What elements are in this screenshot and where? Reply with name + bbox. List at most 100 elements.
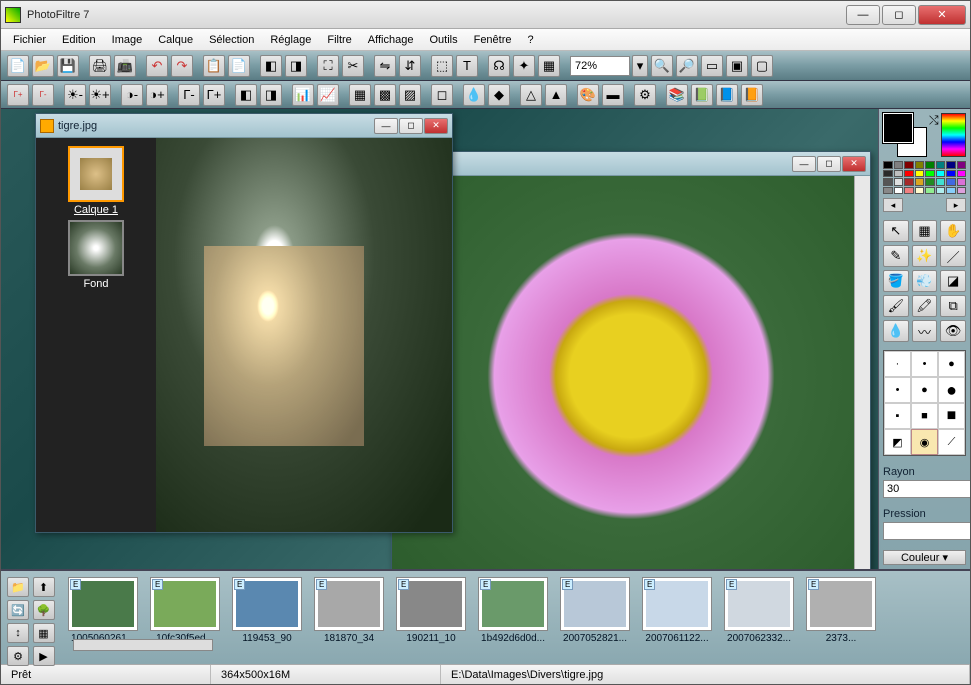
levels-button[interactable]: 📈	[317, 84, 339, 106]
palette-swatch[interactable]	[915, 161, 925, 169]
flipV-button[interactable]: ⇵	[399, 55, 421, 77]
fitimg-button[interactable]: ▣	[726, 55, 748, 77]
doc-minimize[interactable]: —	[792, 156, 816, 172]
couleur-button[interactable]: Couleur ▾	[883, 550, 966, 565]
rgb-button[interactable]: ◧	[260, 55, 282, 77]
save-button[interactable]: 💾	[57, 55, 79, 77]
document-window-front[interactable]: tigre.jpg — ◻ ✕ Calque 1	[35, 113, 453, 533]
zoomout-button[interactable]: 🔎	[676, 55, 698, 77]
browser-slider[interactable]	[73, 639, 213, 651]
picker-tool[interactable]: ✎	[883, 245, 909, 267]
module3-button[interactable]: 📗	[691, 84, 713, 106]
palette-swatch[interactable]	[946, 170, 956, 178]
sharpen-button[interactable]: ◆	[488, 84, 510, 106]
palette-swatch[interactable]	[957, 170, 967, 178]
palette-swatch[interactable]	[883, 161, 893, 169]
browser-play[interactable]: ▶	[33, 646, 55, 666]
dither-button[interactable]: ▨	[399, 84, 421, 106]
palette-swatch[interactable]	[915, 187, 925, 195]
redo-button[interactable]: ↷	[171, 55, 193, 77]
index-button[interactable]: ◨	[285, 55, 307, 77]
browser-refresh[interactable]: 🔄	[7, 600, 29, 620]
palette-swatch[interactable]	[894, 178, 904, 186]
thumbnail[interactable]: 190211_10	[393, 577, 469, 658]
text-button[interactable]: T	[456, 55, 478, 77]
pointer-tool[interactable]: ↖	[883, 220, 909, 242]
brush-11[interactable]: ◉	[911, 429, 938, 455]
eraser-tool[interactable]: ◪	[940, 270, 966, 292]
doc-close[interactable]: ✕	[842, 156, 866, 172]
contrast-minus[interactable]: ◑-	[121, 84, 143, 106]
autolevel-button[interactable]: Γ+	[7, 84, 29, 106]
palette-swatch[interactable]	[957, 187, 967, 195]
hand-tool[interactable]: ✋	[940, 220, 966, 242]
color-fgbg[interactable]	[883, 113, 927, 157]
palette-swatch[interactable]	[936, 161, 946, 169]
thumbnail[interactable]: 181870_34	[311, 577, 387, 658]
sepia-button[interactable]: ▩	[374, 84, 396, 106]
menu-image[interactable]: Image	[104, 32, 151, 48]
vscrollbar[interactable]	[854, 176, 870, 569]
doc-maximize[interactable]: ◻	[817, 156, 841, 172]
fitwin-button[interactable]: ▭	[701, 55, 723, 77]
minimize-button[interactable]: —	[846, 5, 880, 25]
menu-help[interactable]: ?	[520, 32, 542, 48]
selectall-button[interactable]: ⬚	[431, 55, 453, 77]
new-button[interactable]: 📄	[7, 55, 29, 77]
palette-swatch[interactable]	[957, 161, 967, 169]
fullscreen-button[interactable]: ▢	[751, 55, 773, 77]
brush-6[interactable]: ●	[938, 377, 965, 403]
brush-1[interactable]: ·	[884, 351, 911, 377]
brush-9[interactable]: ■	[938, 403, 965, 429]
histogram-button[interactable]: 📊	[292, 84, 314, 106]
brush-5[interactable]: ●	[911, 377, 938, 403]
fg-color[interactable]	[883, 113, 913, 143]
brush-10[interactable]: ◩	[884, 429, 911, 455]
palette-swatch[interactable]	[894, 161, 904, 169]
pression-input[interactable]	[883, 522, 970, 540]
stamp-tool[interactable]: ⧉	[940, 295, 966, 317]
layer-overlay[interactable]	[204, 246, 364, 446]
flipH-button[interactable]: ⇋	[374, 55, 396, 77]
redeye-tool[interactable]: 👁	[940, 320, 966, 342]
thumbnail[interactable]: 2007062332...	[721, 577, 797, 658]
palette-swatch[interactable]	[957, 178, 967, 186]
module2-button[interactable]: 📚	[666, 84, 688, 106]
brush-tool[interactable]: 🖌	[883, 295, 909, 317]
relief-button[interactable]: ▲	[545, 84, 567, 106]
brush-8[interactable]: ■	[911, 403, 938, 429]
menu-edition[interactable]: Edition	[54, 32, 104, 48]
palette-swatch[interactable]	[883, 178, 893, 186]
image-canvas-tiger[interactable]	[156, 138, 452, 532]
maximize-button[interactable]: ◻	[882, 5, 916, 25]
palette-swatch[interactable]	[925, 178, 935, 186]
palette-prev[interactable]: ◂	[883, 198, 903, 212]
doc-close[interactable]: ✕	[424, 118, 448, 134]
fill-tool[interactable]: 🪣	[883, 270, 909, 292]
menu-fichier[interactable]: Fichier	[5, 32, 54, 48]
palette-swatch[interactable]	[936, 187, 946, 195]
thumbnail[interactable]: 1b492d6d0d...	[475, 577, 551, 658]
palette-swatch[interactable]	[936, 178, 946, 186]
menu-selection[interactable]: Sélection	[201, 32, 262, 48]
brightness-plus[interactable]: ☀+	[89, 84, 111, 106]
open-button[interactable]: 📂	[32, 55, 54, 77]
palette-swatch[interactable]	[904, 161, 914, 169]
palette-swatch[interactable]	[883, 187, 893, 195]
rayon-input[interactable]	[883, 480, 970, 498]
variation-button[interactable]: 🎨	[577, 84, 599, 106]
paste-button[interactable]: 📄	[228, 55, 250, 77]
saturation-plus[interactable]: ◨	[260, 84, 282, 106]
browser-button[interactable]: ▦	[538, 55, 560, 77]
palette-swatch[interactable]	[946, 161, 956, 169]
palette-swatch[interactable]	[925, 161, 935, 169]
brush-4[interactable]: •	[884, 377, 911, 403]
wand-tool[interactable]: ✨	[912, 245, 938, 267]
gamma-minus[interactable]: Γ-	[178, 84, 200, 106]
palette-swatch[interactable]	[925, 187, 935, 195]
resize-button[interactable]: ⛶	[317, 55, 339, 77]
palette-swatch[interactable]	[915, 178, 925, 186]
palette-next[interactable]: ▸	[946, 198, 966, 212]
saturation-minus[interactable]: ◧	[235, 84, 257, 106]
brush-3[interactable]: ●	[938, 351, 965, 377]
